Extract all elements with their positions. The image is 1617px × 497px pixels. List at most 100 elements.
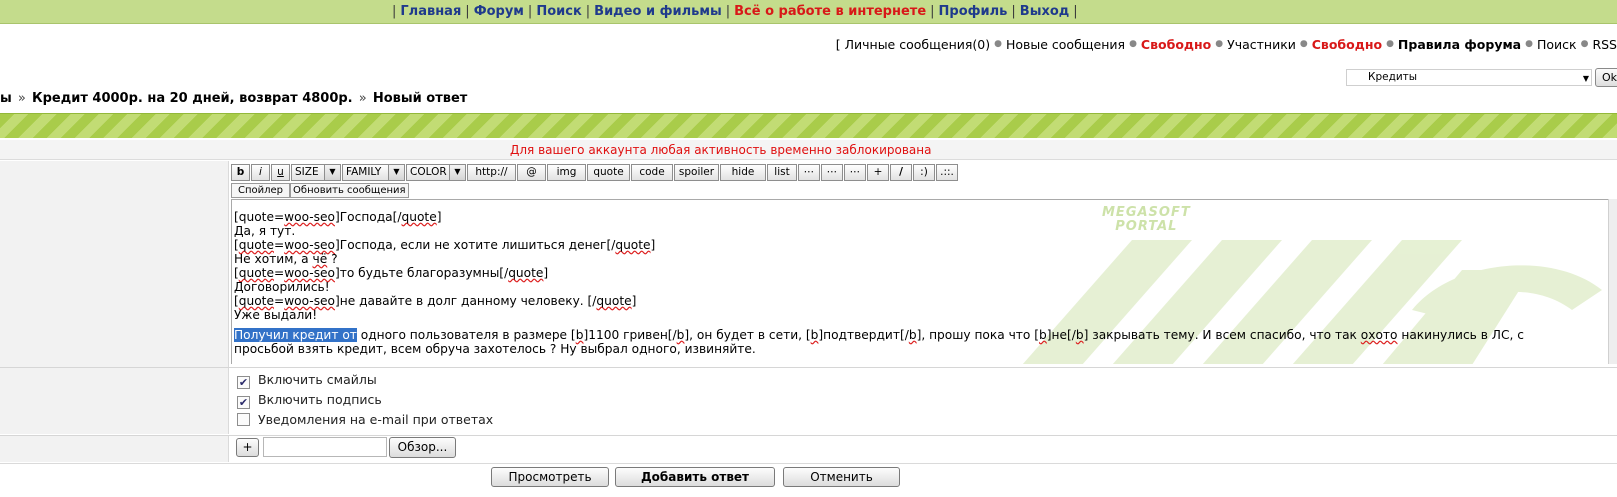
text: Не хотим, а: [234, 252, 313, 266]
text: woo-seo: [284, 238, 335, 252]
align-button[interactable]: ⋯: [821, 164, 843, 181]
spoiler-button[interactable]: spoiler: [674, 164, 719, 181]
code-button[interactable]: code: [631, 164, 673, 181]
align-right-button[interactable]: ⋯: [844, 164, 866, 181]
text: quote: [596, 294, 632, 308]
color-select[interactable]: COLOR ▼: [406, 164, 466, 181]
message-textarea[interactable]: MEGASOFT PORTAL [quote=woo-seo]Господа[/…: [231, 199, 1617, 364]
url-button[interactable]: http://: [467, 164, 516, 181]
cancel-button[interactable]: Отменить: [783, 467, 900, 487]
watermark-line2: PORTAL: [1115, 219, 1178, 234]
free-slot-link[interactable]: Свободно: [1141, 37, 1211, 52]
spoiler-insert-button[interactable]: Спойлер: [231, 183, 291, 198]
breadcrumb-topic[interactable]: Кредит 4000р. на 20 дней, возврат 4800р.: [32, 91, 353, 106]
family-label: FAMILY: [346, 166, 382, 178]
nav-separator: |: [585, 4, 591, 19]
members-link[interactable]: Участники: [1227, 37, 1296, 52]
selected-text: Получил кредит от: [234, 328, 357, 342]
user-bar: [ Личные сообщения(0) ● Новые сообщения ● Св…: [836, 37, 1617, 52]
signature-checkbox[interactable]: ✔: [237, 396, 250, 409]
image-button[interactable]: img: [547, 164, 586, 181]
nav-link-logout[interactable]: Выход: [1020, 4, 1069, 19]
text: ]не[/: [1046, 328, 1076, 342]
email-button[interactable]: @: [517, 164, 546, 181]
text: ]Господа[/: [334, 210, 402, 224]
attachment-file-input[interactable]: [263, 437, 387, 457]
option-enable-smiles[interactable]: ✔ Включить смайлы: [237, 372, 377, 389]
decorative-band: [0, 113, 1617, 138]
option-email-notify[interactable]: Уведомления на e-mail при ответах: [237, 412, 493, 427]
top-nav-links: | Главная | Форум | Поиск | Видео и фильмы | Всё …: [388, 4, 1082, 19]
dot-separator: ●: [1215, 39, 1224, 49]
nav-separator: |: [392, 4, 397, 19]
nav-link-internet-work[interactable]: Всё о работе в интернете: [734, 4, 926, 19]
text: b: [1075, 328, 1084, 342]
text: quote: [238, 238, 274, 252]
smiles-checkbox[interactable]: ✔: [237, 376, 250, 389]
nav-link-search[interactable]: Поиск: [536, 4, 581, 19]
preview-button[interactable]: Просмотреть: [491, 467, 609, 487]
text: охото: [1360, 328, 1398, 342]
chevron-down-icon: ▼: [324, 165, 340, 180]
breadcrumb-current: Новый ответ: [372, 91, 468, 106]
font-family-select[interactable]: FAMILY ▼: [342, 164, 405, 181]
free-slot-link[interactable]: Свободно: [1312, 37, 1382, 52]
bold-button[interactable]: b: [231, 164, 250, 181]
text: ]: [650, 238, 656, 252]
list-item-button[interactable]: ⋯: [798, 164, 820, 181]
text: ]не давайте в долг данному человеку. [/: [335, 294, 597, 308]
more-button[interactable]: .::.: [936, 164, 958, 181]
text: quote: [401, 210, 437, 224]
breadcrumb-parent[interactable]: ы: [0, 91, 12, 106]
list-button[interactable]: list: [767, 164, 797, 181]
line-1: Да, я тут.: [234, 224, 296, 238]
submit-reply-button[interactable]: Добавить ответ: [615, 467, 775, 487]
text: ], он будет в сети, [: [684, 328, 811, 342]
forum-jump-select[interactable]: Кредиты ▼: [1346, 69, 1592, 86]
option-enable-signature[interactable]: ✔ Включить подпись: [237, 392, 382, 409]
search-link[interactable]: Поиск: [1537, 37, 1577, 52]
italic-button[interactable]: i: [251, 164, 270, 181]
line-6: [quote=woo-seo]не давайте в долг данному…: [234, 294, 636, 308]
email-notify-checkbox[interactable]: [237, 413, 250, 426]
quote-button[interactable]: quote: [587, 164, 630, 181]
text: [quote=: [234, 210, 285, 224]
forum-go-button[interactable]: Ok: [1595, 68, 1617, 87]
expand-button[interactable]: +: [867, 164, 889, 181]
underline-button[interactable]: u: [271, 164, 290, 181]
new-messages-link[interactable]: Новые сообщения: [1006, 37, 1125, 52]
signature-label: Включить подпись: [258, 392, 382, 407]
refresh-messages-button[interactable]: Обновить сообщения: [290, 183, 409, 198]
size-select[interactable]: SIZE ▼: [291, 164, 341, 181]
hide-button[interactable]: hide: [720, 164, 766, 181]
text: ]: [436, 210, 442, 224]
bbcode-toolbar-secondary: Спойлер Обновить сообщения: [231, 183, 409, 198]
text: ]то будьте благоразумны[/: [335, 266, 509, 280]
email-notify-label: Уведомления на e-mail при ответах: [258, 412, 494, 427]
chevron-down-icon: ▼: [449, 165, 465, 180]
text: одного пользователя в размере [: [356, 328, 576, 342]
text: woo-seo: [284, 294, 335, 308]
row-divider: [0, 435, 1617, 436]
editor-last-paragraph: Получил кредит от одного пользователя в …: [234, 328, 1574, 356]
smiles-button[interactable]: :): [913, 164, 935, 181]
forum-rules-link[interactable]: Правила форума: [1398, 37, 1521, 52]
breadcrumb-separator: »: [13, 91, 30, 106]
close-tags-button[interactable]: /: [890, 164, 912, 181]
account-notice: Для вашего аккаунта любая активность вре…: [0, 140, 1617, 160]
nav-link-home[interactable]: Главная: [400, 4, 461, 19]
nav-link-profile[interactable]: Профиль: [939, 4, 1008, 19]
nav-link-video[interactable]: Видео и фильмы: [594, 4, 722, 19]
browse-button[interactable]: Обзор...: [389, 437, 456, 458]
text: ], прошу пока что [: [916, 328, 1039, 342]
text: =: [273, 294, 285, 308]
text: woo-seo: [284, 266, 335, 280]
rss-link[interactable]: RSS: [1592, 37, 1617, 52]
nav-separator: |: [527, 4, 533, 19]
private-messages-link[interactable]: Личные сообщения(0): [845, 37, 990, 52]
nav-link-forum[interactable]: Форум: [474, 4, 524, 19]
text: quote: [615, 238, 651, 252]
nav-separator: |: [930, 4, 935, 19]
text: ]: [543, 266, 549, 280]
add-attachment-button[interactable]: +: [236, 438, 259, 457]
